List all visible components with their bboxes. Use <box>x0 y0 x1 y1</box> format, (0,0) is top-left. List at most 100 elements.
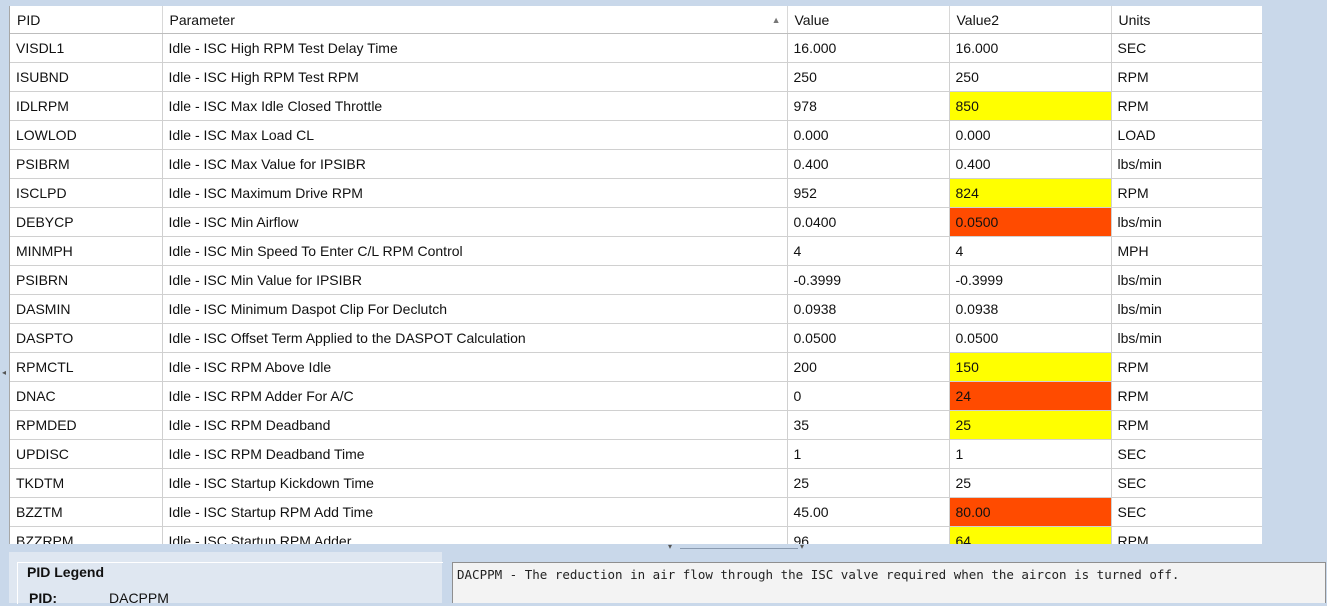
column-header-parameter[interactable]: Parameter ▲ <box>162 6 788 34</box>
cell-value[interactable]: 35 <box>787 410 950 440</box>
table-row[interactable]: RPMDED Idle - ISC RPM Deadband 35 25 RPM <box>10 410 1263 440</box>
cell-units[interactable]: RPM <box>1111 178 1263 208</box>
cell-value2[interactable]: 16.000 <box>949 33 1112 63</box>
cell-value[interactable]: 200 <box>787 352 950 382</box>
cell-value2[interactable]: 0.0500 <box>949 207 1112 237</box>
cell-value2[interactable]: -0.3999 <box>949 265 1112 295</box>
cell-units[interactable]: RPM <box>1111 526 1263 544</box>
cell-parameter[interactable]: Idle - ISC Minimum Daspot Clip For Declu… <box>162 294 788 324</box>
cell-value2[interactable]: 25 <box>949 468 1112 498</box>
cell-pid[interactable]: ISUBND <box>10 62 163 92</box>
table-row[interactable]: BZZTM Idle - ISC Startup RPM Add Time 45.0… <box>10 497 1263 527</box>
cell-pid[interactable]: DNAC <box>10 381 163 411</box>
cell-value2[interactable]: 24 <box>949 381 1112 411</box>
cell-value[interactable]: -0.3999 <box>787 265 950 295</box>
cell-value2[interactable]: 64 <box>949 526 1112 544</box>
table-row[interactable]: BZZRPM Idle - ISC Startup RPM Adder 96 64 RP… <box>10 526 1263 544</box>
cell-value[interactable]: 0.400 <box>787 149 950 179</box>
cell-value[interactable]: 4 <box>787 236 950 266</box>
cell-value[interactable]: 250 <box>787 62 950 92</box>
cell-pid[interactable]: IDLRPM <box>10 91 163 121</box>
cell-value2[interactable]: 150 <box>949 352 1112 382</box>
cell-value2[interactable]: 824 <box>949 178 1112 208</box>
cell-parameter[interactable]: Idle - ISC RPM Adder For A/C <box>162 381 788 411</box>
cell-value[interactable]: 0.0500 <box>787 323 950 353</box>
cell-units[interactable]: SEC <box>1111 468 1263 498</box>
cell-units[interactable]: SEC <box>1111 497 1263 527</box>
cell-parameter[interactable]: Idle - ISC Min Value for IPSIBR <box>162 265 788 295</box>
cell-pid[interactable]: RPMDED <box>10 410 163 440</box>
table-row[interactable]: MINMPH Idle - ISC Min Speed To Enter C/L … <box>10 236 1263 266</box>
cell-value[interactable]: 978 <box>787 91 950 121</box>
cell-units[interactable]: RPM <box>1111 62 1263 92</box>
pid-grid[interactable]: PID Parameter ▲ Value Value2 Units VISDL… <box>9 6 1263 544</box>
cell-pid[interactable]: VISDL1 <box>10 33 163 63</box>
cell-parameter[interactable]: Idle - ISC RPM Above Idle <box>162 352 788 382</box>
cell-pid[interactable]: BZZTM <box>10 497 163 527</box>
column-header-pid[interactable]: PID <box>10 6 163 34</box>
table-row[interactable]: ISCLPD Idle - ISC Maximum Drive RPM 952 824… <box>10 178 1263 208</box>
cell-parameter[interactable]: Idle - ISC Offset Term Applied to the DA… <box>162 323 788 353</box>
cell-units[interactable]: lbs/min <box>1111 149 1263 179</box>
cell-value2[interactable]: 25 <box>949 410 1112 440</box>
cell-value2[interactable]: 0.000 <box>949 120 1112 150</box>
cell-value2[interactable]: 850 <box>949 91 1112 121</box>
table-row[interactable]: ISUBND Idle - ISC High RPM Test RPM 250 250… <box>10 62 1263 92</box>
cell-value2[interactable]: 80.00 <box>949 497 1112 527</box>
cell-value[interactable]: 0 <box>787 381 950 411</box>
cell-pid[interactable]: MINMPH <box>10 236 163 266</box>
cell-units[interactable]: lbs/min <box>1111 207 1263 237</box>
cell-units[interactable]: LOAD <box>1111 120 1263 150</box>
cell-value2[interactable]: 0.400 <box>949 149 1112 179</box>
table-row[interactable]: RPMCTL Idle - ISC RPM Above Idle 200 150 RPM <box>10 352 1263 382</box>
cell-pid[interactable]: LOWLOD <box>10 120 163 150</box>
cell-units[interactable]: lbs/min <box>1111 265 1263 295</box>
table-row[interactable]: DEBYCP Idle - ISC Min Airflow 0.0400 0.0500… <box>10 207 1263 237</box>
cell-units[interactable]: MPH <box>1111 236 1263 266</box>
cell-pid[interactable]: UPDISC <box>10 439 163 469</box>
cell-parameter[interactable]: Idle - ISC Startup RPM Adder <box>162 526 788 544</box>
cell-value[interactable]: 0.0400 <box>787 207 950 237</box>
cell-value2[interactable]: 1 <box>949 439 1112 469</box>
table-row[interactable]: DNAC Idle - ISC RPM Adder For A/C 0 24 RPM <box>10 381 1263 411</box>
cell-parameter[interactable]: Idle - ISC Max Value for IPSIBR <box>162 149 788 179</box>
cell-units[interactable]: SEC <box>1111 33 1263 63</box>
cell-parameter[interactable]: Idle - ISC Min Airflow <box>162 207 788 237</box>
cell-pid[interactable]: TKDTM <box>10 468 163 498</box>
cell-pid[interactable]: DASPTO <box>10 323 163 353</box>
table-row[interactable]: PSIBRM Idle - ISC Max Value for IPSIBR 0.4… <box>10 149 1263 179</box>
cell-value2[interactable]: 0.0500 <box>949 323 1112 353</box>
table-row[interactable]: VISDL1 Idle - ISC High RPM Test Delay Tim… <box>10 33 1263 63</box>
cell-units[interactable]: lbs/min <box>1111 323 1263 353</box>
table-row[interactable]: UPDISC Idle - ISC RPM Deadband Time 1 1 SEC <box>10 439 1263 469</box>
cell-value[interactable]: 16.000 <box>787 33 950 63</box>
cell-pid[interactable]: ISCLPD <box>10 178 163 208</box>
cell-parameter[interactable]: Idle - ISC Max Idle Closed Throttle <box>162 91 788 121</box>
cell-value2[interactable]: 0.0938 <box>949 294 1112 324</box>
cell-pid[interactable]: BZZRPM <box>10 526 163 544</box>
cell-pid[interactable]: DASMIN <box>10 294 163 324</box>
cell-pid[interactable]: DEBYCP <box>10 207 163 237</box>
cell-units[interactable]: RPM <box>1111 352 1263 382</box>
cell-parameter[interactable]: Idle - ISC High RPM Test RPM <box>162 62 788 92</box>
table-row[interactable]: DASMIN Idle - ISC Minimum Daspot Clip For… <box>10 294 1263 324</box>
cell-pid[interactable]: PSIBRM <box>10 149 163 179</box>
cell-units[interactable]: lbs/min <box>1111 294 1263 324</box>
cell-pid[interactable]: PSIBRN <box>10 265 163 295</box>
cell-parameter[interactable]: Idle - ISC Maximum Drive RPM <box>162 178 788 208</box>
table-row[interactable]: DASPTO Idle - ISC Offset Term Applied to … <box>10 323 1263 353</box>
cell-parameter[interactable]: Idle - ISC Max Load CL <box>162 120 788 150</box>
cell-parameter[interactable]: Idle - ISC Min Speed To Enter C/L RPM Co… <box>162 236 788 266</box>
cell-parameter[interactable]: Idle - ISC Startup Kickdown Time <box>162 468 788 498</box>
cell-units[interactable]: RPM <box>1111 381 1263 411</box>
horizontal-splitter[interactable]: ▾ ▾ <box>668 542 810 552</box>
table-row[interactable]: TKDTM Idle - ISC Startup Kickdown Time 25 2… <box>10 468 1263 498</box>
pid-description-box[interactable]: DACPPM - The reduction in air flow throu… <box>452 562 1326 603</box>
cell-value[interactable]: 952 <box>787 178 950 208</box>
cell-parameter[interactable]: Idle - ISC RPM Deadband <box>162 410 788 440</box>
table-row[interactable]: LOWLOD Idle - ISC Max Load CL 0.000 0.000 LO… <box>10 120 1263 150</box>
cell-value[interactable]: 0.000 <box>787 120 950 150</box>
cell-pid[interactable]: RPMCTL <box>10 352 163 382</box>
table-row[interactable]: IDLRPM Idle - ISC Max Idle Closed Throttl… <box>10 91 1263 121</box>
column-header-value[interactable]: Value <box>787 6 950 34</box>
